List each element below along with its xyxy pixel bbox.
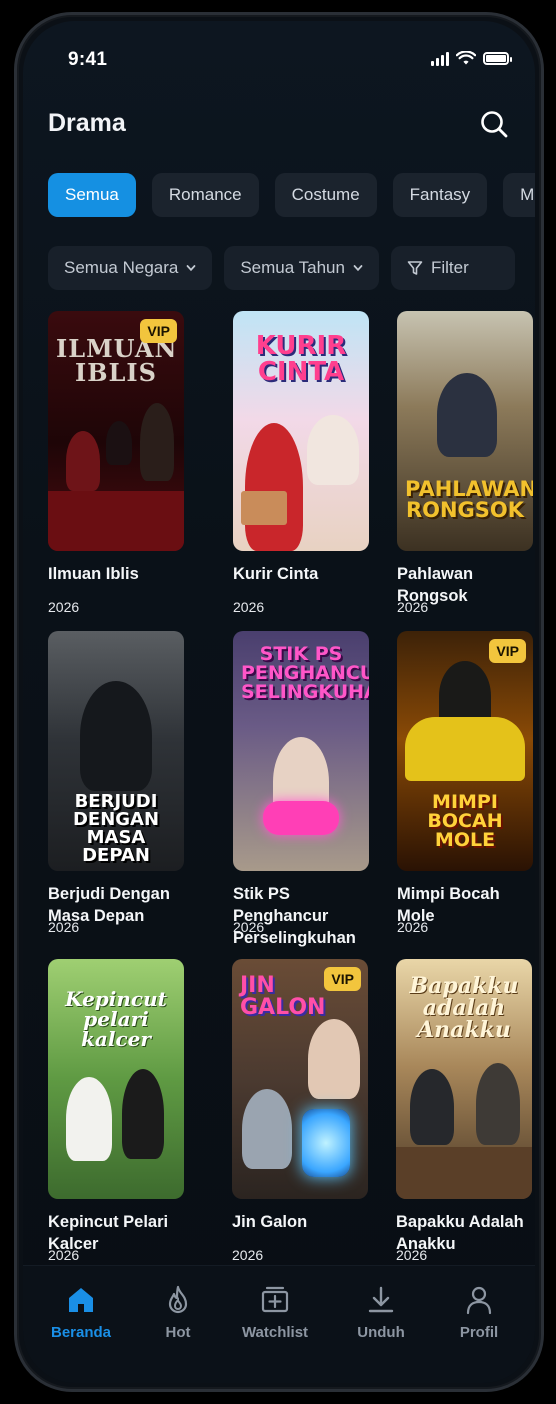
figure-shape <box>66 431 100 491</box>
filter-button[interactable]: Filter <box>390 246 515 290</box>
battery-icon <box>483 52 512 65</box>
figure-shape <box>476 1063 520 1145</box>
filter-bar: Semua Negara Semua Tahun Filter <box>48 246 515 290</box>
nav-label: Unduh <box>357 1324 405 1341</box>
filter-button-label: Filter <box>430 258 469 277</box>
wifi-icon <box>456 51 476 65</box>
nav-label: Hot <box>165 1324 191 1341</box>
poster-floor <box>48 491 184 551</box>
signal-icon <box>431 51 449 66</box>
search-icon[interactable] <box>479 109 509 139</box>
phone-frame: 9:41 Drama Semua Romance Costume Fantasy… <box>14 12 544 1392</box>
poster-image[interactable]: ILMUAN IBLIS VIP <box>48 311 184 551</box>
download-icon <box>368 1286 394 1313</box>
genre-tab-fantasy[interactable]: Fantasy <box>392 173 488 217</box>
poster-image[interactable]: Bapakku adalah Anakku <box>396 959 532 1199</box>
drama-year: 2026 <box>233 599 265 615</box>
poster-title-text: STIK PS PENGHANCUR SELINGKUHAN <box>241 643 369 703</box>
poster-image[interactable]: KURIR CINTA <box>233 311 369 551</box>
poster-image[interactable]: PAHLAWAN RONGSOK <box>397 311 533 551</box>
figure-shape <box>410 1069 454 1145</box>
genre-tab-romance[interactable]: Romance <box>151 173 259 217</box>
drama-year: 2026 <box>397 919 429 935</box>
drama-card[interactable]: Kepincut pelari kalcer Kepincut Pelari K… <box>48 959 184 1263</box>
genre-tab-more[interactable]: Mo <box>503 173 535 217</box>
poster-image[interactable]: BERJUDI DENGAN MASA DEPAN <box>48 631 184 871</box>
filter-icon <box>407 261 423 275</box>
poster-image[interactable]: Kepincut pelari kalcer <box>48 959 184 1199</box>
figure-shape <box>307 415 359 485</box>
figure-shape <box>106 421 132 465</box>
poster-title-text: KURIR CINTA <box>255 331 347 387</box>
nav-item-watchlist[interactable]: Watchlist <box>235 1284 315 1341</box>
poster-title-text: Kepincut pelari kalcer <box>65 987 167 1051</box>
poster-image[interactable]: MIMPI BOCAH MOLE VIP <box>397 631 533 871</box>
flame-icon <box>168 1285 188 1314</box>
drama-year: 2026 <box>48 599 80 615</box>
figure-shape <box>245 423 303 551</box>
gamepad-shape <box>263 801 339 835</box>
nav-label: Watchlist <box>241 1324 309 1341</box>
figure-shape <box>80 681 152 791</box>
nav-item-beranda[interactable]: Beranda <box>41 1284 121 1341</box>
drama-card[interactable]: MIMPI BOCAH MOLE VIP Mimpi Bocah Mole 20… <box>397 631 533 935</box>
poster-title-text: BERJUDI DENGAN MASA DEPAN <box>72 791 160 866</box>
nav-label: Beranda <box>50 1324 112 1341</box>
poster-title-text: MIMPI BOCAH MOLE <box>427 791 503 851</box>
figure-shape <box>140 403 174 481</box>
poster-table <box>396 1147 532 1199</box>
poster-box <box>241 491 287 525</box>
genre-tab-semua[interactable]: Semua <box>48 173 136 217</box>
drama-card[interactable]: STIK PS PENGHANCUR SELINGKUHAN Stik PS P… <box>233 631 369 947</box>
drama-year: 2026 <box>48 1247 80 1263</box>
figure-shape <box>437 373 497 457</box>
nav-label: Profil <box>459 1324 499 1341</box>
poster-title-text: JIN GALON <box>240 973 326 1020</box>
home-icon <box>69 1288 93 1312</box>
nav-item-profil[interactable]: Profil <box>439 1284 519 1341</box>
status-bar: 9:41 <box>23 21 535 91</box>
vip-badge: VIP <box>324 967 361 991</box>
status-icons <box>431 51 512 66</box>
drama-year: 2026 <box>232 1247 264 1263</box>
figure-shape <box>242 1089 292 1169</box>
watchlist-icon <box>261 1286 289 1313</box>
chevron-down-icon <box>353 265 363 272</box>
year-dropdown[interactable]: Semua Tahun <box>224 246 379 290</box>
country-dropdown[interactable]: Semua Negara <box>48 246 213 290</box>
user-icon <box>466 1286 492 1315</box>
nav-item-unduh[interactable]: Unduh <box>341 1284 421 1341</box>
poster-team <box>405 717 525 781</box>
chevron-down-icon <box>186 265 196 272</box>
poster-title-text: PAHLAWAN RONGSOK <box>405 477 533 522</box>
figure-shape <box>308 1019 360 1099</box>
figure-shape <box>66 1077 112 1161</box>
drama-card[interactable]: PAHLAWAN RONGSOK Pahlawan Rongsok 2026 <box>397 311 533 615</box>
vip-badge: VIP <box>140 319 177 343</box>
water-gallon-shape <box>302 1109 350 1177</box>
year-dropdown-label: Semua Tahun <box>240 258 345 277</box>
vip-badge: VIP <box>489 639 526 663</box>
poster-image[interactable]: STIK PS PENGHANCUR SELINGKUHAN <box>233 631 369 871</box>
drama-card[interactable]: JIN GALON VIP Jin Galon 2026 <box>232 959 368 1263</box>
page-title: Drama <box>48 109 126 137</box>
drama-card[interactable]: Bapakku adalah Anakku Bapakku Adalah Ana… <box>396 959 532 1263</box>
bottom-nav: Beranda Hot Watchlist Unduh Profil <box>23 1265 535 1383</box>
drama-year: 2026 <box>396 1247 428 1263</box>
poster-title-text: Bapakku adalah Anakku <box>409 973 519 1043</box>
drama-card[interactable]: KURIR CINTA Kurir Cinta 2026 <box>233 311 369 615</box>
genre-tabs: Semua Romance Costume Fantasy Mo <box>48 173 535 217</box>
country-dropdown-label: Semua Negara <box>64 258 179 277</box>
figure-shape <box>122 1069 164 1159</box>
nav-item-hot[interactable]: Hot <box>138 1284 218 1341</box>
genre-tab-costume[interactable]: Costume <box>274 173 377 217</box>
drama-card[interactable]: BERJUDI DENGAN MASA DEPAN Berjudi Dengan… <box>48 631 184 935</box>
poster-image[interactable]: JIN GALON VIP <box>232 959 368 1199</box>
status-time: 9:41 <box>68 49 108 70</box>
drama-card[interactable]: ILMUAN IBLIS VIP Ilmuan Iblis 2026 <box>48 311 184 615</box>
app-screen: 9:41 Drama Semua Romance Costume Fantasy… <box>23 21 535 1383</box>
poster-title-text: ILMUAN IBLIS <box>56 334 178 387</box>
